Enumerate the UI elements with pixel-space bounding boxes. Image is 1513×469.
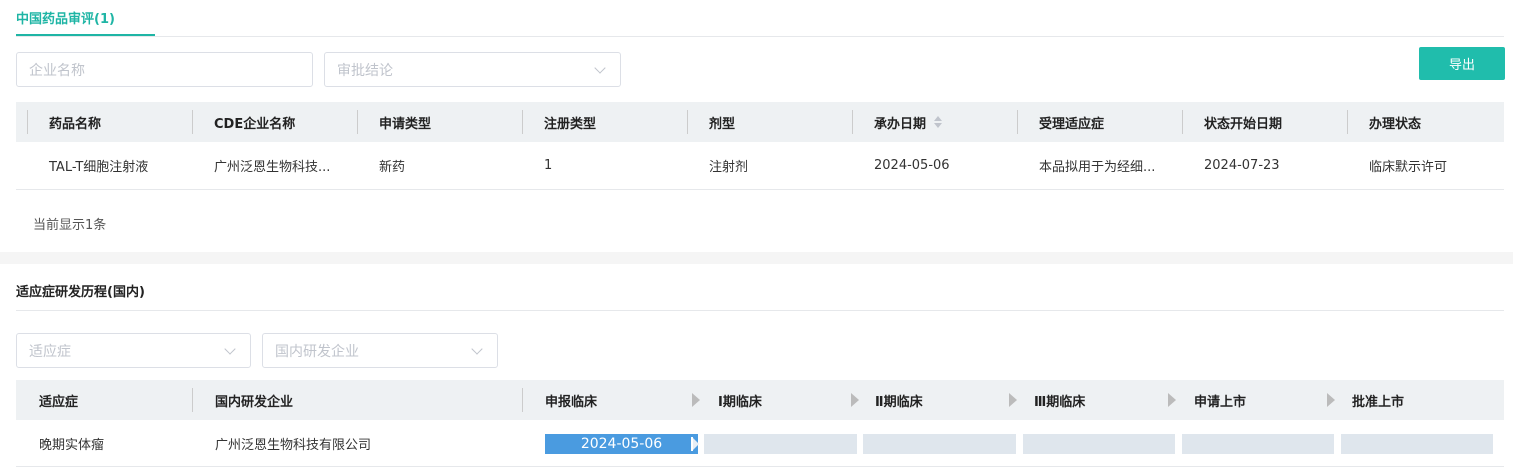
chevron-right-icon	[1168, 393, 1176, 407]
section-gap	[0, 252, 1513, 264]
stage-header: 申请上市	[1194, 394, 1247, 410]
indication: 本品拟用于为经细...	[1039, 160, 1156, 175]
placeholder: 审批结论	[337, 62, 393, 79]
column-header: 状态开始日期	[1204, 116, 1283, 132]
company-name: 广州泛恩生物科技...	[214, 160, 331, 175]
stage-bar-nda	[1182, 434, 1334, 454]
domestic-company-select[interactable]: 国内研发企业	[262, 333, 498, 368]
dosage-form: 注射剂	[709, 160, 749, 175]
stage-header: 申报临床	[545, 394, 598, 410]
sort-icon[interactable]	[934, 116, 943, 128]
chevron-down-icon	[594, 61, 606, 74]
section-title: 适应症研发历程(国内)	[16, 285, 145, 300]
placeholder: 适应症	[29, 343, 71, 360]
status-start-date: 2024-07-23	[1204, 158, 1280, 173]
stage-header: Ⅱ期临床	[875, 394, 923, 410]
stage-bar-phase2	[863, 434, 1016, 454]
drug-name: TAL-T细胞注射液	[49, 160, 149, 175]
column-label: 承办日期	[874, 116, 927, 132]
column-separator	[1017, 110, 1018, 134]
column-header: CDE企业名称	[214, 116, 296, 132]
stage-bar-filed[interactable]: 2024-05-06	[545, 434, 699, 454]
column-header-sortable[interactable]: 承办日期	[874, 102, 943, 142]
chevron-down-icon	[471, 342, 483, 355]
chevron-right-icon	[851, 393, 859, 407]
history-table-header: 适应症 国内研发企业 申报临床 Ⅰ期临床 Ⅱ期临床 Ⅲ期临床 申请上市 批准上市	[16, 380, 1504, 420]
chevron-down-icon	[224, 342, 236, 355]
column-separator	[522, 110, 523, 134]
column-header: 注册类型	[544, 116, 597, 132]
column-separator	[27, 110, 28, 134]
stage-header: Ⅲ期临床	[1034, 394, 1086, 410]
indication-select[interactable]: 适应症	[16, 333, 251, 368]
chevron-right-icon	[1327, 393, 1335, 407]
review-table-header: 药品名称 CDE企业名称 申请类型 注册类型 剂型 承办日期 受理适应症 状态开…	[16, 102, 1504, 142]
divider	[16, 36, 1504, 37]
application-type: 新药	[379, 160, 406, 175]
column-separator	[522, 388, 523, 412]
stage-bar-phase3	[1023, 434, 1175, 454]
column-header: 剂型	[709, 116, 736, 132]
tab-china-drug-review[interactable]: 中国药品审评(1)	[16, 8, 115, 27]
company-name-input[interactable]: 企业名称	[16, 52, 313, 87]
column-header: 受理适应症	[1039, 116, 1105, 132]
column-separator	[192, 388, 193, 412]
divider	[16, 310, 1504, 311]
chevron-right-icon	[1009, 393, 1017, 407]
column-separator	[1182, 110, 1183, 134]
indication: 晚期实体瘤	[39, 437, 105, 453]
record-count: 当前显示1条	[33, 218, 107, 233]
column-separator	[687, 110, 688, 134]
column-header: 适应症	[39, 394, 79, 410]
column-header: 药品名称	[49, 116, 102, 132]
registration-type: 1	[544, 158, 553, 173]
stage-bar-phase1	[704, 434, 857, 454]
table-row[interactable]: TAL-T细胞注射液 广州泛恩生物科技... 新药 1 注射剂 2024-05-…	[16, 142, 1504, 190]
stage-date: 2024-05-06	[580, 436, 663, 452]
company-name: 广州泛恩生物科技有限公司	[215, 437, 372, 453]
column-separator	[1347, 110, 1348, 134]
chevron-right-icon	[692, 393, 700, 407]
column-header: 办理状态	[1369, 116, 1422, 132]
column-separator	[357, 110, 358, 134]
export-button[interactable]: 导出	[1419, 47, 1505, 80]
placeholder: 企业名称	[29, 62, 85, 79]
stage-bar-approved	[1341, 434, 1493, 454]
stage-header: Ⅰ期临床	[718, 394, 762, 410]
column-header: 申请类型	[379, 116, 432, 132]
placeholder: 国内研发企业	[275, 343, 359, 360]
column-separator	[852, 110, 853, 134]
stage-header: 批准上市	[1352, 394, 1405, 410]
play-icon-arrow	[693, 438, 699, 450]
approval-conclusion-select[interactable]: 审批结论	[324, 52, 621, 87]
column-separator	[192, 110, 193, 134]
undertake-date: 2024-05-06	[874, 158, 950, 173]
column-header: 国内研发企业	[215, 394, 294, 410]
status: 临床默示许可	[1369, 160, 1448, 175]
